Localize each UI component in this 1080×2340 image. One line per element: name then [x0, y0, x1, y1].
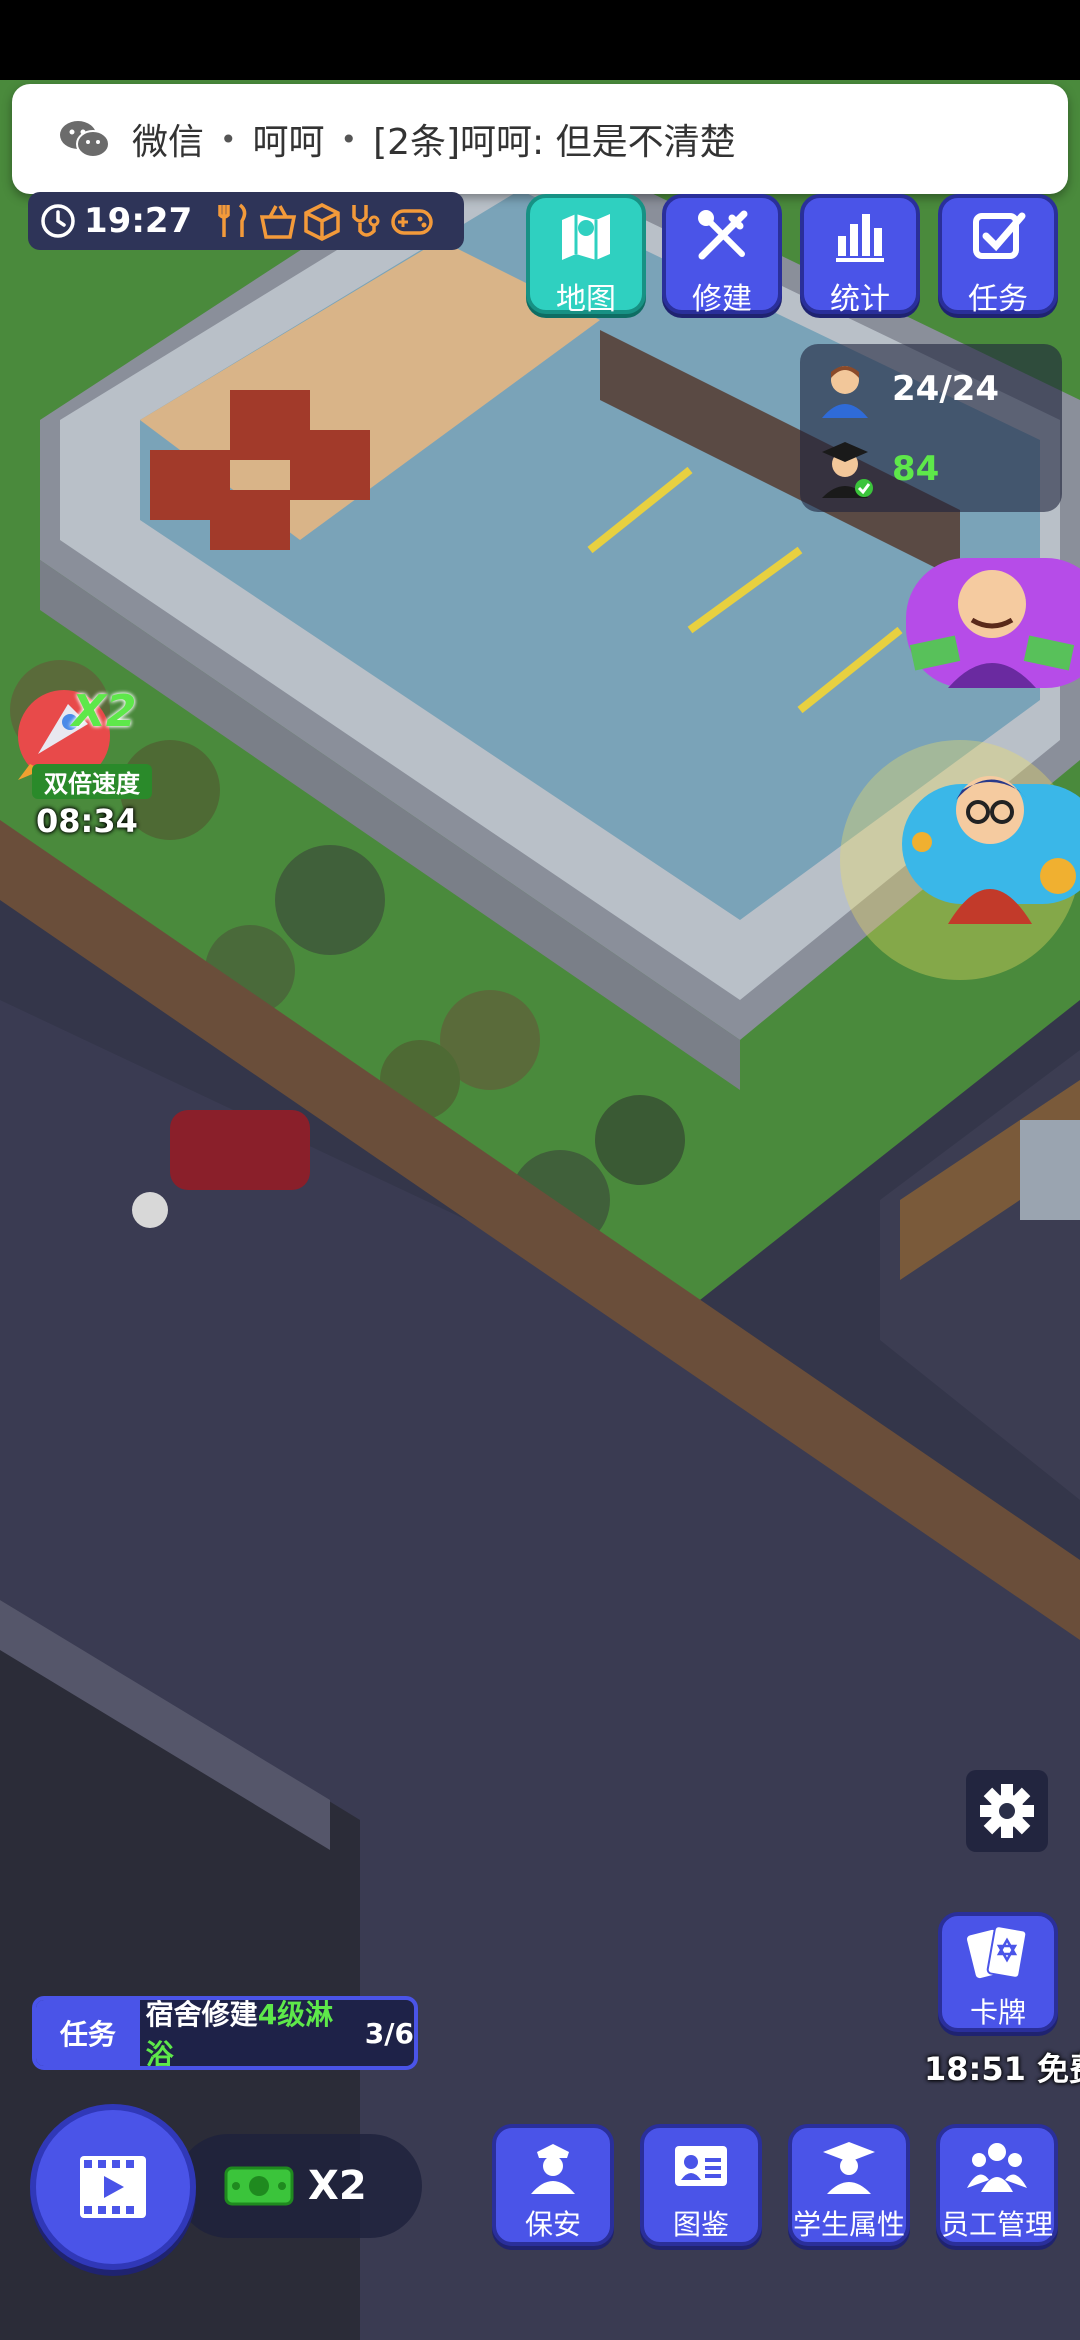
statistics-button-label: 统计: [830, 282, 890, 317]
film-play-icon: [80, 2156, 146, 2218]
notification-message: [2条]呵呵: 但是不清楚: [373, 122, 736, 163]
investor-character-icon: [906, 558, 1080, 688]
double-speed-boost[interactable]: X2 双倍速度: [8, 684, 152, 804]
staff-group-icon: [967, 2143, 1027, 2192]
notification-sender: 呵呵: [252, 122, 325, 163]
notification-app-name: 微信: [132, 122, 205, 163]
speed-label: 双倍速度: [32, 764, 152, 799]
student-attributes-label: 学生属性: [792, 2208, 905, 2241]
cash-multiplier-pill[interactable]: X2: [176, 2134, 422, 2238]
cash-icon: [224, 2166, 294, 2206]
cutlery-icon: [214, 201, 254, 241]
cards-free-timer: 18:51 免费: [924, 2050, 1080, 2088]
rich-investor-badge[interactable]: [902, 548, 1080, 698]
map-icon: [562, 214, 610, 260]
task-text-prefix: 宿舍修建: [145, 1998, 258, 2031]
wechat-notification[interactable]: 微信 • 呵呵 • [2条]呵呵: 但是不清楚: [12, 84, 1068, 194]
clock-icon: [41, 204, 75, 238]
game-clock-bar: 19:27: [28, 192, 464, 250]
playing-cards-icon: [966, 1925, 1028, 1979]
current-task-bar[interactable]: 任务 宿舍修建4级淋浴 3/6: [32, 1996, 418, 2070]
task-text: 宿舍修建4级淋浴: [145, 1998, 349, 2066]
task-tag: 任务: [36, 2000, 140, 2066]
build-tools-icon: [698, 210, 748, 260]
speed-multiplier: X2: [72, 686, 137, 737]
settings-button[interactable]: [966, 1770, 1048, 1852]
graduate-icon: [823, 2142, 875, 2194]
tasks-button-label: 任务: [968, 282, 1028, 317]
game-time: 19:27: [84, 201, 193, 241]
speed-boost-timer: 08:34: [36, 802, 138, 840]
student-attributes-button[interactable]: 学生属性: [788, 2124, 910, 2246]
separator-dot: •: [220, 122, 237, 156]
map-button[interactable]: 地图: [526, 194, 646, 317]
cards-button[interactable]: 卡牌: [938, 1912, 1058, 2032]
student-count: 24/24: [892, 369, 1000, 409]
staff-management-label: 员工管理: [940, 2208, 1053, 2241]
task-progress: 3/6: [364, 2016, 414, 2050]
security-guard-icon: [531, 2144, 575, 2194]
bar-chart-icon: [836, 214, 884, 262]
id-card-icon: [675, 2146, 727, 2186]
tasks-button[interactable]: 任务: [938, 194, 1058, 317]
coin-character-icon: [902, 776, 1080, 924]
wechat-icon: [60, 121, 110, 158]
box-icon: [302, 201, 342, 241]
build-button-label: 修建: [692, 282, 752, 317]
cards-button-label: 卡牌: [969, 1996, 1026, 2029]
basket-icon: [258, 201, 298, 241]
security-button[interactable]: 保安: [492, 2124, 614, 2246]
statistics-button[interactable]: 统计: [800, 194, 920, 317]
population-stats-panel: 24/24 84: [800, 344, 1062, 512]
collection-button-label: 图鉴: [672, 2208, 729, 2241]
watch-video-button[interactable]: [30, 2104, 196, 2270]
graduate-count: 84: [892, 449, 940, 489]
checkbox-icon: [973, 212, 1026, 259]
map-button-label: 地图: [556, 282, 616, 317]
graduate-avatar-icon: [822, 442, 873, 498]
gamepad-icon: [390, 201, 433, 241]
security-button-label: 保安: [524, 2208, 581, 2241]
student-avatar-icon: [822, 366, 868, 418]
coin-worker-badge[interactable]: [898, 756, 1080, 926]
separator-dot: •: [340, 122, 358, 156]
staff-management-button[interactable]: 员工管理: [936, 2124, 1058, 2246]
collection-button[interactable]: 图鉴: [640, 2124, 762, 2246]
stethoscope-icon: [346, 201, 386, 241]
build-button[interactable]: 修建: [662, 194, 782, 317]
cash-multiplier: X2: [308, 2163, 367, 2209]
gear-icon: [980, 1784, 1034, 1838]
